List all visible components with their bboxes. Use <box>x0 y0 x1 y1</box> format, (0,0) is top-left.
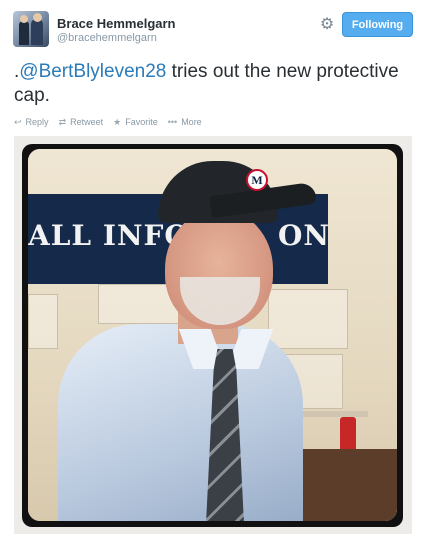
tweet-photo[interactable]: ALL INFO ON M <box>22 144 403 527</box>
tweet-header: Brace Hemmelgarn @bracehemmelgarn ⚙ Foll… <box>13 11 413 49</box>
ellipsis-icon: ••• <box>167 117 178 127</box>
more-action[interactable]: ••• More <box>168 117 202 127</box>
banner-text-left: ALL INFO <box>28 219 190 252</box>
reply-icon: ↩ <box>14 116 22 127</box>
gear-icon[interactable]: ⚙ <box>319 17 335 33</box>
retweet-label: Retweet <box>70 117 104 127</box>
more-label: More <box>181 117 202 127</box>
reply-label: Reply <box>25 117 49 127</box>
favorite-action[interactable]: ★ Favorite <box>113 117 158 128</box>
retweet-action[interactable]: ⇄ Retweet <box>59 117 104 128</box>
user-display-name[interactable]: Brace Hemmelgarn <box>57 16 176 31</box>
favorite-label: Favorite <box>125 117 158 127</box>
user-handle[interactable]: @bracehemmelgarn <box>57 32 157 44</box>
banner-text-right: ON <box>278 219 330 252</box>
tweet-actions: ↩ Reply ⇄ Retweet ★ Favorite ••• More <box>14 116 212 128</box>
following-button[interactable]: Following <box>342 12 413 37</box>
photo-content: ALL INFO ON M <box>28 149 397 521</box>
mention-link[interactable]: @BertBlyleven28 <box>19 61 166 82</box>
tweet-text: .@BertBlyleven28 tries out the new prote… <box>14 60 410 108</box>
avatar[interactable] <box>13 11 49 47</box>
retweet-icon: ⇄ <box>58 116 67 127</box>
star-icon: ★ <box>113 116 122 127</box>
reply-action[interactable]: ↩ Reply <box>14 117 49 128</box>
cap-logo: M <box>246 169 268 191</box>
man-shirt <box>58 324 303 521</box>
